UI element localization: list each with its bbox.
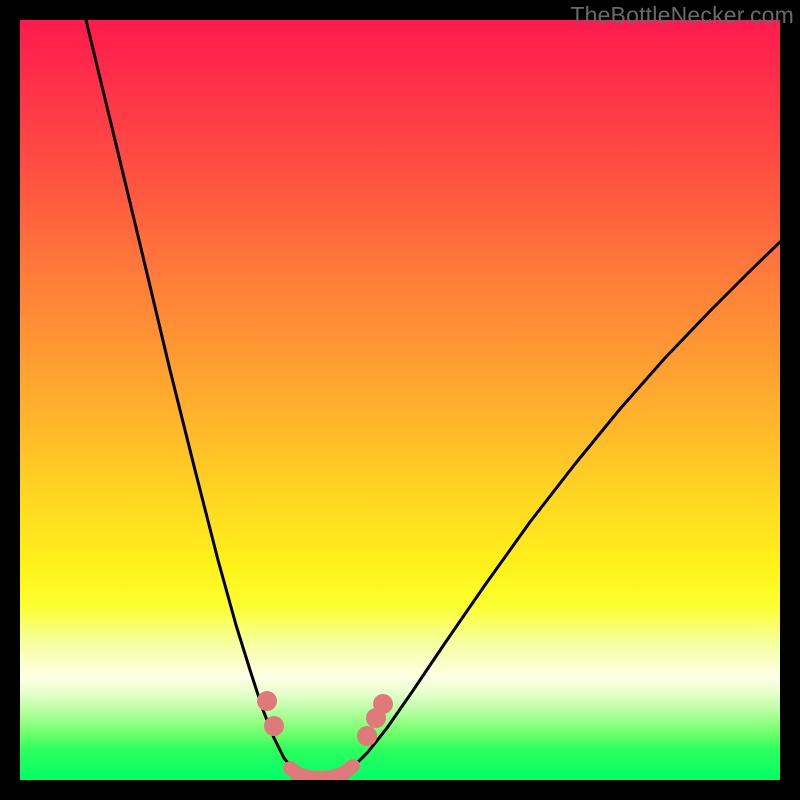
series-right-curve bbox=[330, 242, 780, 778]
chart-svg bbox=[20, 20, 780, 780]
marker-left-markers bbox=[257, 691, 277, 711]
marker-right-markers bbox=[357, 726, 377, 746]
marker-left-markers bbox=[264, 716, 284, 736]
series-valley-floor bbox=[290, 766, 353, 778]
plot-area bbox=[20, 20, 780, 780]
watermark-label: TheBottleNecker.com bbox=[570, 2, 794, 29]
marker-right-markers bbox=[373, 694, 393, 714]
series-left-curve bbox=[86, 20, 313, 778]
